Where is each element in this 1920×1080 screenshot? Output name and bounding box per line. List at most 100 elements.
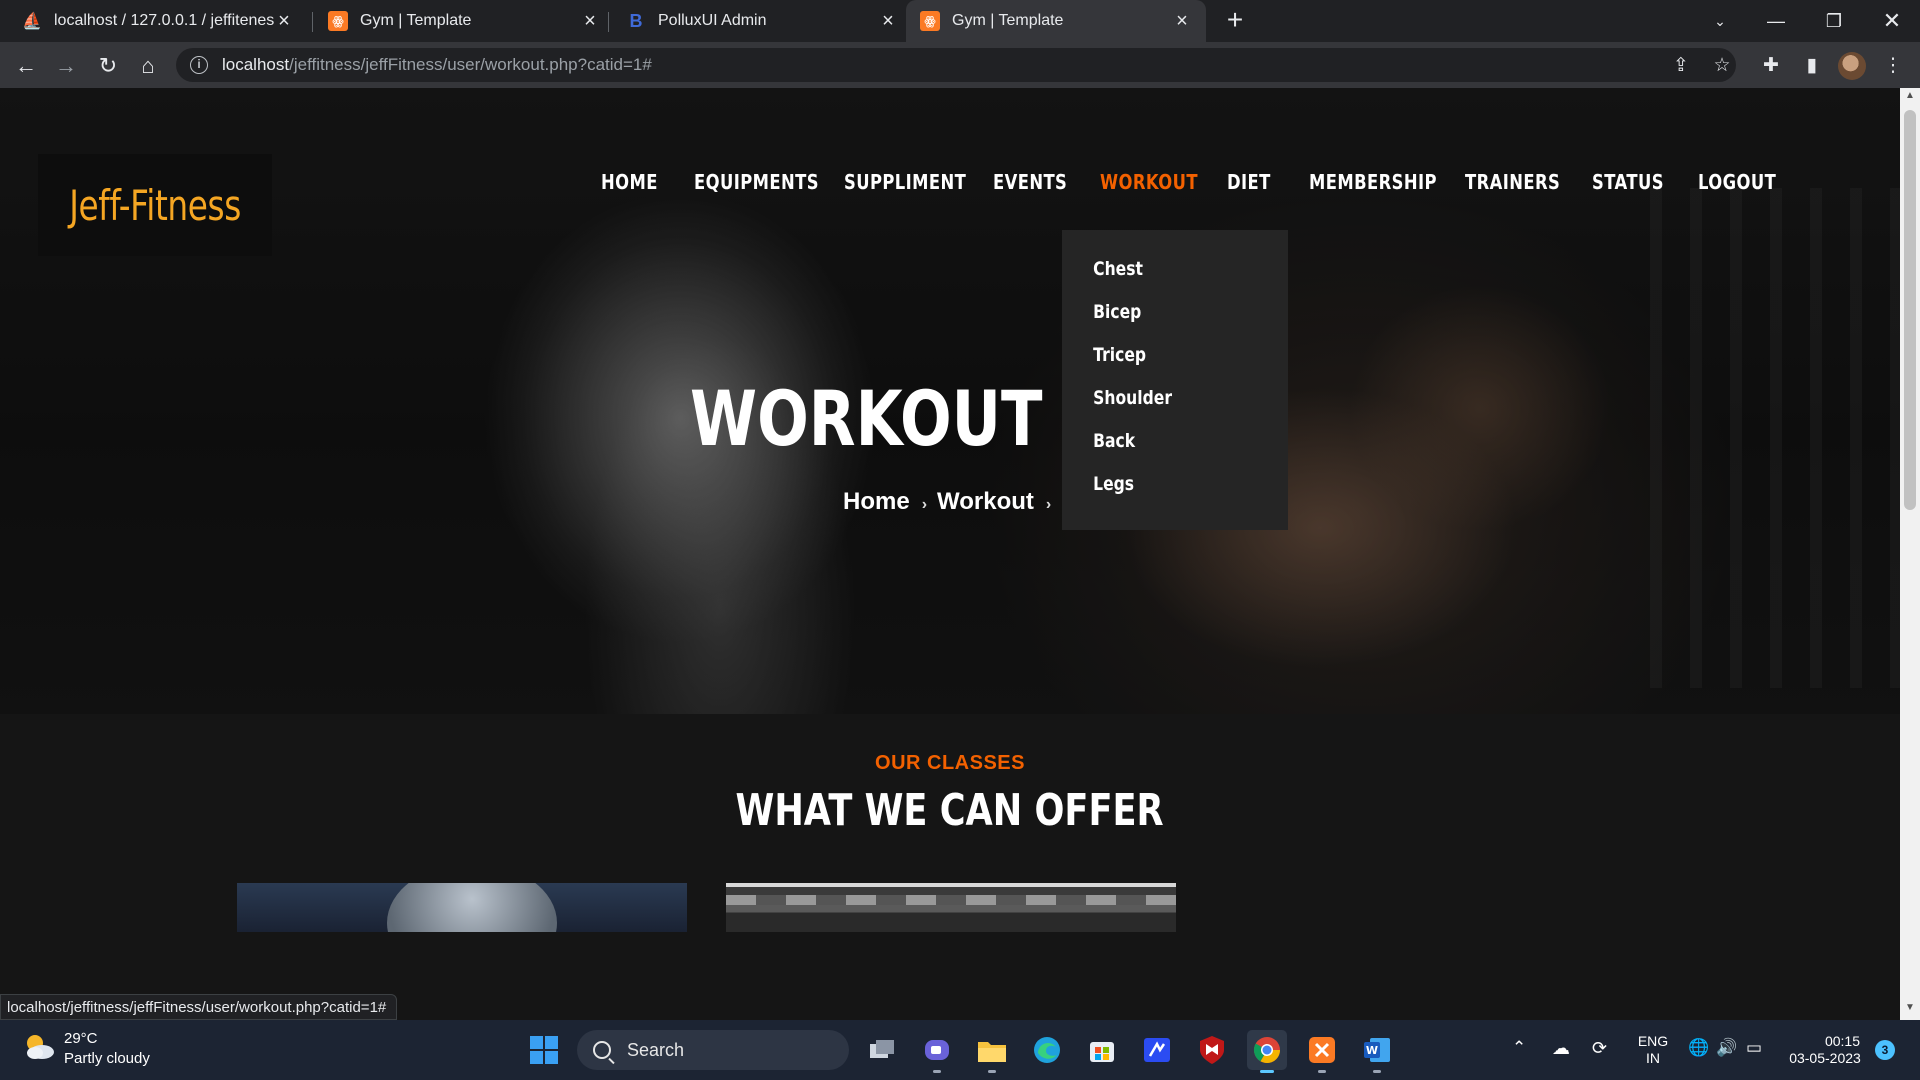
bookmark-star-icon[interactable]: ☆: [1705, 48, 1739, 82]
restore-button[interactable]: ❐: [1806, 0, 1862, 42]
notification-count-badge[interactable]: 3: [1875, 1040, 1895, 1060]
site-logo[interactable]: Jeff-Fitness: [38, 154, 272, 256]
show-hidden-icons-chevron-icon[interactable]: ⌃: [1512, 1038, 1526, 1058]
language-code: ENG: [1637, 1033, 1669, 1049]
class-card-image[interactable]: [726, 883, 1176, 932]
partly-cloudy-icon[interactable]: [22, 1032, 56, 1062]
tab-gym-template-active[interactable]: ꙮ Gym | Template ×: [906, 0, 1206, 42]
xampp-icon: ꙮ: [920, 11, 940, 31]
reload-icon[interactable]: ↻: [92, 50, 124, 82]
xampp-icon[interactable]: [1302, 1030, 1342, 1073]
tab-title: Gym | Template: [360, 12, 472, 29]
extensions-icon[interactable]: ✚: [1754, 48, 1788, 82]
phpmyadmin-icon: ⛵: [22, 13, 42, 30]
profile-avatar[interactable]: [1838, 52, 1866, 80]
web-page: Jeff-Fitness HOME EQUIPMENTS SUPPLIMENT …: [0, 88, 1900, 1020]
battery-icon[interactable]: ▭: [1746, 1038, 1762, 1058]
page-scrollbar[interactable]: ▲ ▼: [1900, 88, 1920, 1020]
browser-menu-icon[interactable]: ⋮: [1876, 48, 1910, 82]
vscode-icon[interactable]: [1137, 1030, 1177, 1070]
side-panel-icon[interactable]: ▮: [1795, 48, 1829, 82]
nav-trainers[interactable]: TRAINERS: [1465, 170, 1560, 194]
nav-equipments[interactable]: EQUIPMENTS: [694, 170, 819, 194]
breadcrumb-workout-link[interactable]: Workout: [937, 488, 1034, 515]
mcafee-icon[interactable]: [1192, 1030, 1232, 1070]
tab-title: PolluxUI Admin: [658, 12, 767, 29]
breadcrumb-home-link[interactable]: Home: [843, 488, 910, 515]
dropdown-item-bicep[interactable]: Bicep: [1062, 301, 1247, 344]
chrome-icon[interactable]: [1247, 1030, 1287, 1073]
workout-dropdown-menu: Chest Bicep Tricep Shoulder Back Legs: [1062, 230, 1288, 530]
back-arrow-icon[interactable]: ←: [10, 50, 42, 82]
nav-events[interactable]: EVENTS: [993, 170, 1067, 194]
region-code: IN: [1646, 1050, 1660, 1066]
taskbar-search[interactable]: Search: [577, 1030, 849, 1070]
section-subtitle: OUR CLASSES: [875, 752, 1025, 774]
close-tab-icon[interactable]: ×: [580, 10, 600, 32]
file-explorer-icon[interactable]: [972, 1030, 1012, 1073]
minimize-button[interactable]: —: [1748, 0, 1804, 42]
page-title-text: WORKOUT DI: [690, 374, 1062, 463]
section-title: WHAT WE CAN OFFER: [0, 785, 1900, 836]
nav-workout[interactable]: WORKOUT: [1100, 170, 1198, 194]
clock[interactable]: 00:15 03-05-2023: [1780, 1033, 1870, 1067]
breadcrumb: Home › Workout ›: [843, 488, 1061, 516]
teams-icon[interactable]: [917, 1030, 957, 1073]
home-icon[interactable]: ⌂: [132, 50, 164, 82]
nav-status[interactable]: STATUS: [1592, 170, 1664, 194]
close-tab-icon[interactable]: ×: [274, 10, 294, 32]
dropdown-item-shoulder[interactable]: Shoulder: [1062, 387, 1247, 430]
nav-logout[interactable]: LOGOUT: [1698, 170, 1776, 194]
page-title: WORKOUT DI: [690, 374, 1062, 463]
section-title-text: WHAT WE CAN OFFER: [735, 785, 1165, 836]
new-tab-button[interactable]: +: [1220, 6, 1250, 36]
tab-phpmyadmin[interactable]: ⛵ localhost / 127.0.0.1 / jeffiteness ×: [8, 0, 308, 42]
dropdown-item-tricep[interactable]: Tricep: [1062, 344, 1247, 387]
site-info-icon[interactable]: i: [190, 56, 208, 74]
tab-search-icon[interactable]: ⌄: [1692, 0, 1748, 42]
word-icon[interactable]: W: [1357, 1030, 1397, 1073]
weather-description[interactable]: Partly cloudy: [64, 1050, 150, 1067]
weather-temperature[interactable]: 29°C: [64, 1030, 98, 1047]
clock-time: 00:15: [1824, 1033, 1860, 1049]
close-tab-icon[interactable]: ×: [1172, 10, 1192, 32]
clock-date: 03-05-2023: [1789, 1050, 1861, 1066]
windows-taskbar: [0, 1020, 1920, 1080]
dropdown-item-chest[interactable]: Chest: [1062, 258, 1247, 301]
scroll-up-icon[interactable]: ▲: [1900, 90, 1920, 106]
xampp-icon: ꙮ: [328, 11, 348, 31]
scroll-down-icon[interactable]: ▼: [1900, 1002, 1920, 1018]
tab-title: localhost / 127.0.0.1 / jeffiteness: [54, 12, 274, 29]
search-label: Search: [627, 1039, 685, 1060]
sync-icon[interactable]: ⟳: [1592, 1038, 1607, 1059]
language-indicator[interactable]: ENG IN: [1633, 1033, 1673, 1067]
start-button[interactable]: [524, 1030, 564, 1070]
task-view-icon[interactable]: [862, 1030, 902, 1070]
nav-home[interactable]: HOME: [601, 170, 658, 194]
tab-title: Gym | Template: [952, 12, 1064, 29]
nav-membership[interactable]: MEMBERSHIP: [1309, 170, 1437, 194]
windows-logo-icon: [530, 1036, 558, 1064]
dropdown-item-back[interactable]: Back: [1062, 430, 1247, 473]
network-globe-icon[interactable]: 🌐: [1688, 1038, 1709, 1058]
forward-arrow-icon[interactable]: →: [50, 50, 82, 82]
close-window-button[interactable]: ✕: [1864, 0, 1920, 42]
share-icon[interactable]: ⇪: [1664, 48, 1698, 82]
volume-icon[interactable]: 🔊: [1716, 1038, 1737, 1058]
nav-suppliment[interactable]: SUPPLIMENT: [844, 170, 966, 194]
tab-polluxui-admin[interactable]: B PolluxUI Admin ×: [612, 0, 912, 42]
tab-gym-template-1[interactable]: ꙮ Gym | Template ×: [314, 0, 614, 42]
close-tab-icon[interactable]: ×: [878, 10, 898, 32]
store-icon[interactable]: [1082, 1030, 1122, 1070]
link-status-bubble: localhost/jeffitness/jeffFitness/user/wo…: [0, 994, 398, 1020]
edge-icon[interactable]: [1027, 1030, 1067, 1070]
scroll-thumb[interactable]: [1904, 110, 1916, 510]
url-host: localhost: [222, 55, 290, 74]
nav-diet[interactable]: DIET: [1227, 170, 1271, 194]
class-card-image[interactable]: [237, 883, 687, 932]
address-bar[interactable]: i localhost/jeffitness/jeffFitness/user/…: [176, 48, 1736, 82]
tab-separator: [608, 12, 609, 32]
dropdown-item-legs[interactable]: Legs: [1062, 473, 1247, 516]
onedrive-error-icon[interactable]: ☁: [1552, 1038, 1570, 1059]
url-path: /jeffitness/jeffFitness/user/workout.php…: [289, 55, 652, 74]
